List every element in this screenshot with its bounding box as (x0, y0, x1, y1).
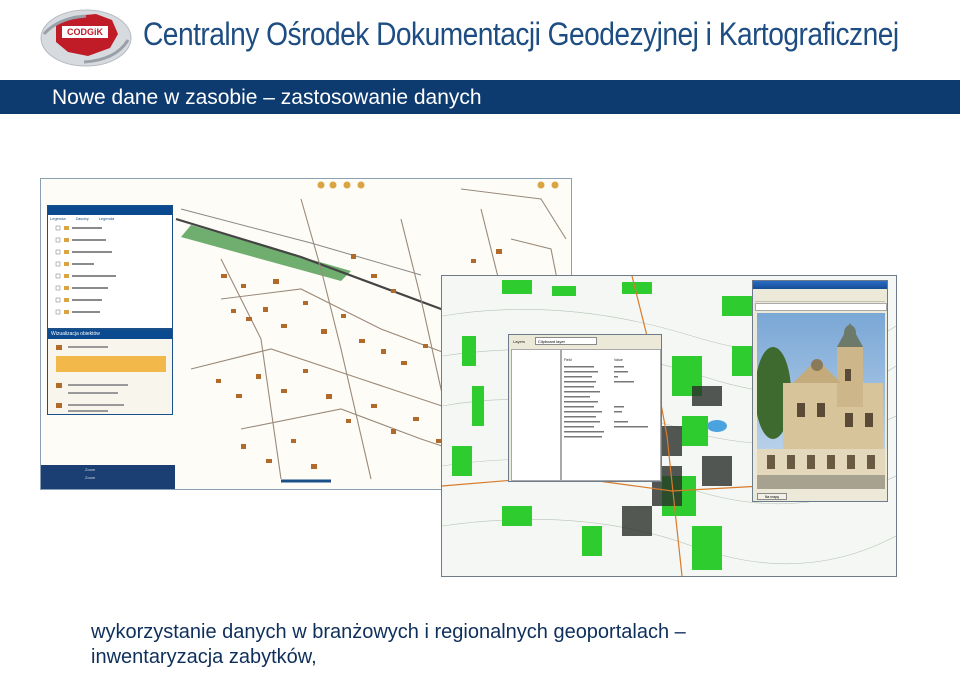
slide-title: Nowe dane w zasobie – zastosowanie danyc… (52, 86, 482, 109)
layer-dropdown[interactable]: Clipboard layer (535, 337, 597, 345)
monument-photo (757, 313, 885, 489)
caption-line-1: wykorzystanie danych w branżowych i regi… (91, 621, 686, 643)
codgik-logo: CODGiK (40, 9, 132, 67)
legend-tree (55, 225, 116, 315)
browser-window: Na mapę (752, 280, 888, 502)
tab-legenda-2[interactable]: Legenda (99, 216, 115, 221)
tab-zasoby[interactable]: Zasoby (76, 216, 89, 221)
object-info-panel: Wizualizacja obiektów (47, 329, 173, 415)
attribute-rows (564, 366, 648, 438)
info-list (56, 345, 128, 412)
info-panel-titlebar: Wizualizacja obiektów (48, 330, 172, 339)
browser-bottom-button[interactable]: Na mapę (757, 493, 787, 500)
browser-address-bar[interactable] (755, 303, 887, 311)
legend-panel-titlebar (48, 206, 172, 215)
legend-panel: Legenda Zasoby Legenda (47, 205, 173, 329)
bottom-item-1[interactable]: Zoom (85, 467, 95, 472)
browser-titlebar (753, 281, 887, 289)
slide-caption: wykorzystanie danych w branżowych i regi… (91, 620, 686, 670)
column-header-value: Value (614, 358, 623, 362)
layer-tree[interactable] (511, 349, 561, 481)
info-panel-title: Wizualizacja obiektów (51, 331, 100, 337)
attribute-table: Field Value (561, 349, 661, 481)
caption-line-2: inwentaryzacja zabytków, (91, 646, 317, 668)
legend-tabs: Legenda Zasoby Legenda (50, 216, 114, 221)
tab-legenda[interactable]: Legenda (50, 216, 66, 221)
title-bar: Nowe dane w zasobie – zastosowanie danyc… (0, 80, 960, 114)
layers-dialog: Layers Clipboard layer Field Value (508, 334, 662, 482)
browser-toolbar (755, 291, 885, 302)
layers-dialog-title: Layers (513, 339, 526, 344)
header: CODGiK Centralny Ośrodek Dokumentacji Ge… (0, 0, 960, 78)
organization-name: Centralny Ośrodek Dokumentacji Geodezyjn… (143, 16, 899, 52)
bottom-panel: Zoom Zoom (41, 465, 175, 489)
logo-text: CODGiK (67, 27, 104, 37)
map-screenshot-right: Layers Clipboard layer Field Value Na ma… (441, 275, 897, 577)
bottom-item-2[interactable]: Zoom (85, 475, 95, 480)
column-header-field: Field (564, 358, 572, 362)
